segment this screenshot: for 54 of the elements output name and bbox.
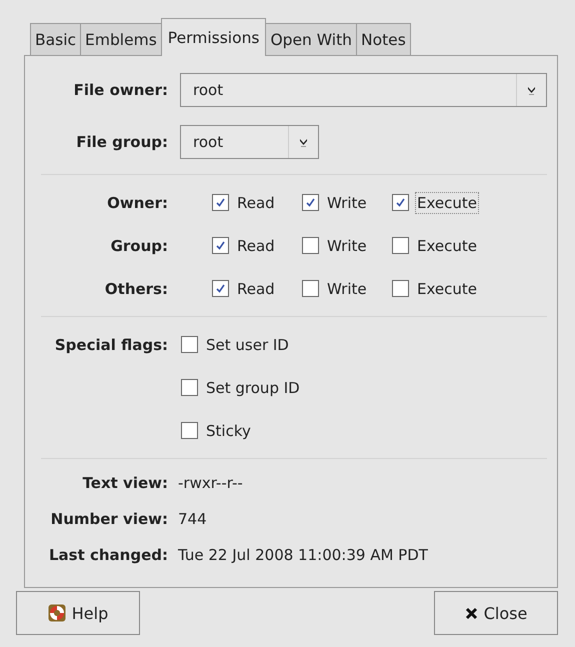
checkbox[interactable] [392,280,409,297]
check-icon [215,240,226,251]
field-label: Text view: [82,474,168,492]
check-icon [215,283,226,294]
tab[interactable]: Basic [30,23,82,55]
field-label: Others: [104,280,168,298]
checkbox-label[interactable]: Read [235,234,277,256]
checkbox[interactable] [302,280,319,297]
help-button[interactable]: Help [16,591,140,635]
tab[interactable]: Permissions [160,18,266,56]
tab[interactable]: Notes [356,23,411,55]
checkbox[interactable] [212,237,229,254]
caret-icon [299,138,308,146]
tab[interactable]: Open With [265,23,358,55]
checkbox-label[interactable]: Read [235,278,277,300]
field-label: File owner: [72,81,168,99]
close-button[interactable]: Close [434,591,558,635]
check-icon [395,197,406,208]
field-label: Group: [110,236,168,254]
checkbox[interactable] [212,194,229,211]
checkbox-label[interactable]: Write [325,278,369,300]
checkbox-label[interactable]: Sticky [204,420,253,442]
field-value: Tue 22 Jul 2008 11:00:39 AM PDT [178,546,428,564]
field-label: Number view: [50,510,168,528]
checkbox[interactable] [392,194,409,211]
check-icon [215,197,226,208]
dropdown[interactable]: root [180,73,547,107]
field-label: Last changed: [48,546,168,564]
checkbox[interactable] [212,280,229,297]
checkbox-label[interactable]: Execute [415,278,479,300]
lifebuoy-icon [48,604,66,622]
checkbox[interactable] [181,336,198,353]
caret-icon [527,86,536,94]
field-value: -rwxr--r-- [178,474,243,492]
checkbox[interactable] [392,237,409,254]
field-label: Special flags: [54,336,168,354]
checkbox[interactable] [302,237,319,254]
field-value: 744 [178,510,207,528]
check-icon [305,197,316,208]
field-label: Owner: [106,194,168,212]
checkbox-label[interactable]: Execute [415,234,479,256]
checkbox-label[interactable]: Set group ID [204,376,302,398]
checkbox-label[interactable]: Write [325,192,369,214]
checkbox-label[interactable]: Execute [415,192,479,214]
tab[interactable]: Emblems [80,23,162,55]
checkbox-label[interactable]: Set user ID [204,334,291,356]
checkbox-label[interactable]: Write [325,234,369,256]
checkbox-label[interactable]: Read [235,192,277,214]
close-icon [464,606,478,620]
checkbox[interactable] [181,422,198,439]
checkbox[interactable] [181,379,198,396]
field-label: File group: [75,133,168,151]
dropdown[interactable]: root [180,125,319,159]
checkbox[interactable] [302,194,319,211]
